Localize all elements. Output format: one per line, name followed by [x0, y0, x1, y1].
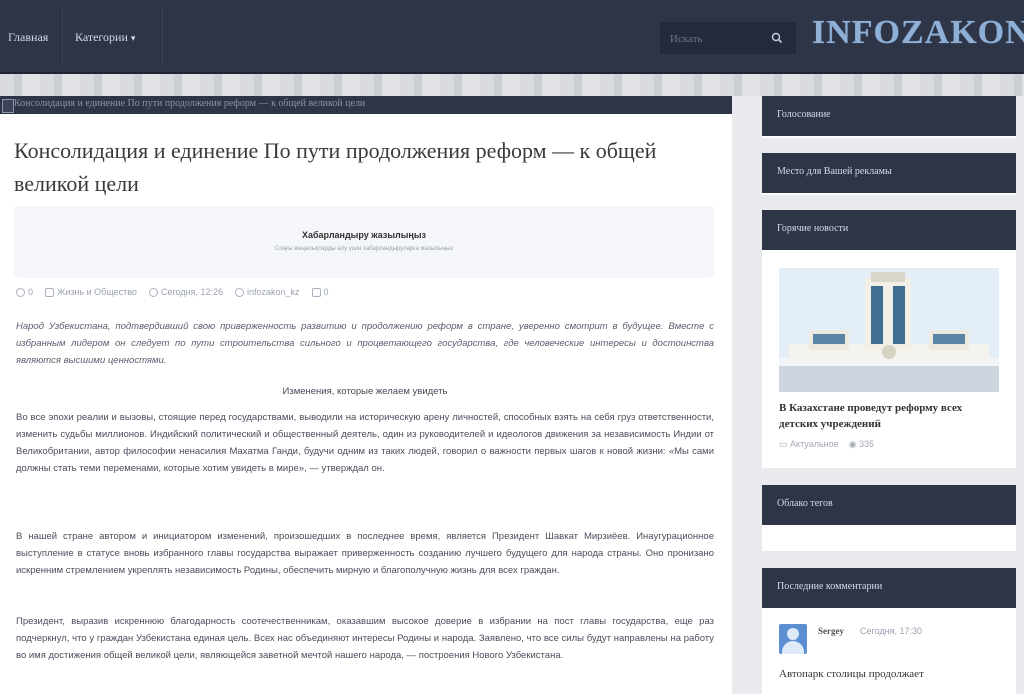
poll-widget: Голосование [762, 96, 1016, 138]
article-meta: 0 Жизнь и Общество Сегодня, 12:26 infoza… [16, 286, 329, 298]
hot-news-widget: Горячие новости В Казахстане проведут ре… [762, 210, 1016, 468]
eye-icon: ◉ [848, 439, 857, 449]
nav-home-link[interactable]: Главная [8, 30, 48, 45]
search-input[interactable] [668, 28, 768, 50]
widget-title[interactable]: Облако тегов [777, 498, 833, 509]
comments-meta[interactable]: 0 [311, 286, 329, 298]
site-logo[interactable]: INFOZAKON [812, 14, 1024, 52]
search-icon[interactable] [770, 31, 784, 45]
author-link[interactable]: infozakon_kz [247, 287, 300, 297]
hot-news-title[interactable]: В Казахстане проведут реформу всех детск… [779, 400, 999, 432]
widget-title[interactable]: Последние комментарии [777, 581, 882, 592]
subscribe-subtitle: Соңғы жаңалықтарды алу үшін хабарландыру… [275, 246, 453, 252]
hot-news-meta: ▭ Актуальное ◉ 335 [779, 439, 874, 450]
nav-categories-label: Категории [75, 30, 128, 44]
subscribe-title[interactable]: Хабарландыру жазылыңыз [14, 230, 714, 240]
comment-text[interactable]: Автопарк столицы продолжает [779, 668, 924, 680]
clock-icon [148, 287, 158, 297]
article-paragraph: Президент, выразив искреннюю благодарнос… [16, 616, 714, 661]
news-views-count: 335 [859, 439, 875, 449]
likes-meta[interactable]: 0 [16, 286, 33, 298]
widget-header: Последние комментарии [762, 568, 1016, 608]
article-image-alt-text: Консолидация и единение По пути продолже… [14, 98, 366, 109]
widget-header: Голосование [762, 96, 1016, 136]
nav-divider [162, 8, 163, 66]
article-image-bar: Консолидация и единение По пути продолже… [0, 96, 732, 114]
widget-header: Место для Вашей рекламы [762, 153, 1016, 193]
building-illustration [779, 268, 999, 392]
comment-icon [311, 287, 321, 297]
broken-image-icon [2, 99, 14, 113]
category-meta[interactable]: Жизнь и Общество [45, 286, 137, 298]
avatar[interactable] [779, 624, 807, 654]
decorative-strip [0, 74, 1024, 96]
likes-count: 0 [28, 287, 34, 297]
news-views: ◉ 335 [849, 439, 874, 450]
chevron-down-icon: ▾ [130, 33, 136, 43]
recent-comments-widget: Последние комментарии Sergey Сегодня, 17… [762, 568, 1016, 694]
ad-widget: Место для Вашей рекламы [762, 153, 1016, 195]
nav-divider [62, 8, 63, 66]
article-subheading: Изменения, которые желаем увидеть [282, 386, 448, 397]
folder-icon [45, 287, 55, 297]
category-link[interactable]: Жизнь и Общество [57, 287, 137, 297]
user-icon [234, 287, 244, 297]
comments-count: 0 [323, 287, 329, 297]
top-navigation-bar: Главная Категории ▾ INFOZAKON [0, 0, 1024, 74]
article-paragraph: В нашей стране автором и инициатором изм… [16, 531, 714, 576]
tag-cloud-widget: Облако тегов [762, 485, 1016, 551]
subscribe-notification-box[interactable]: Хабарландыру жазылыңыз Соңғы жаңалықтард… [14, 206, 714, 278]
news-category[interactable]: ▭ Актуальное [779, 439, 839, 450]
comment-author[interactable]: Sergey [818, 626, 844, 636]
news-category-label: Актуальное [790, 439, 839, 449]
widget-title[interactable]: Горячие новости [777, 223, 848, 234]
article-paragraph: Во все эпохи реалии и вызовы, стоящие пе… [16, 412, 714, 474]
nav-categories-menu[interactable]: Категории ▾ [75, 30, 135, 45]
widget-title[interactable]: Место для Вашей рекламы [777, 166, 892, 177]
heart-icon [16, 287, 25, 297]
author-meta[interactable]: infozakon_kz [234, 286, 300, 298]
article-lead-paragraph: Народ Узбекистана, подтвердивший свою пр… [16, 321, 714, 366]
article-title: Консолидация и единение По пути продолже… [14, 138, 657, 196]
search-box [660, 22, 796, 54]
widget-header: Облако тегов [762, 485, 1016, 525]
date-meta: Сегодня, 12:26 [148, 286, 223, 298]
news-thumbnail[interactable] [779, 268, 999, 392]
folder-icon: ▭ [779, 439, 788, 449]
widget-header: Горячие новости [762, 210, 1016, 250]
publish-date: Сегодня, 12:26 [160, 287, 223, 297]
article-card: Консолидация и единение По пути продолже… [0, 96, 732, 694]
widget-title[interactable]: Голосование [777, 109, 831, 120]
comment-time: Сегодня, 17:30 [860, 626, 923, 636]
